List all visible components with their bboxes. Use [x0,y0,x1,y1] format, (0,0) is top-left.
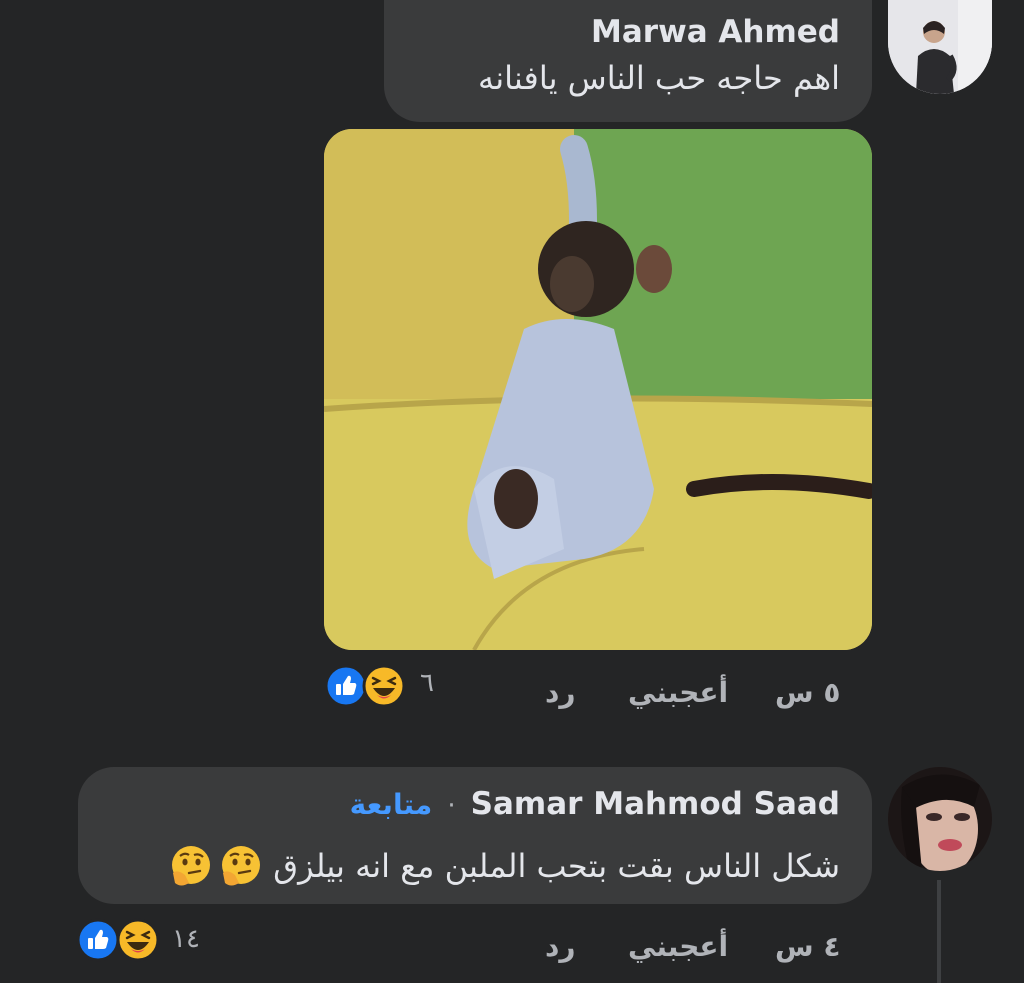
like-button[interactable]: أعجبني [628,930,728,963]
thinking-face-icon [222,846,261,886]
reaction-summary[interactable]: ٦ [324,662,444,710]
avatar-marwa[interactable] [888,0,992,94]
comment-text: شكل الناس بقت بتحب الملبن مع انه بيلزق [273,847,840,885]
follow-link[interactable]: متابعة [350,788,433,821]
thread-connector-line [937,880,941,983]
reaction-count: ٦ [420,668,434,698]
comment-time[interactable]: ٥ س [775,676,840,709]
like-button[interactable]: أعجبني [628,676,728,709]
comment-author[interactable]: Marwa Ahmed [416,14,840,50]
sticker-image[interactable] [324,129,872,650]
comment-bubble: Samar Mahmod Saad · متابعة شكل الناس بقت… [78,767,872,904]
avatar-samar[interactable] [888,767,992,871]
reaction-count: ١٤ [172,924,200,954]
haha-icon [116,918,160,962]
avatar-person-image [888,0,992,94]
reaction-summary[interactable]: ١٤ [76,916,216,964]
reply-button[interactable]: رد [545,676,576,709]
haha-icon [362,664,406,708]
reply-button[interactable]: رد [545,930,576,963]
comment-text-line: شكل الناس بقت بتحب الملبن مع انه بيلزق [110,843,840,889]
thinking-face-icon [172,846,211,886]
monkey-sticker-graphic [324,129,872,650]
comment-header: Samar Mahmod Saad · متابعة [110,785,840,829]
comment-text: اهم حاجه حب الناس يافنانه [478,59,840,97]
comment-time[interactable]: ٤ س [775,930,840,963]
avatar-person-image [888,767,992,871]
like-icon [76,918,120,962]
separator-dot: · [447,791,456,821]
comment-bubble: Marwa Ahmed اهم حاجه حب الناس يافنانه [384,0,872,122]
comment-author[interactable]: Samar Mahmod Saad [471,786,840,822]
